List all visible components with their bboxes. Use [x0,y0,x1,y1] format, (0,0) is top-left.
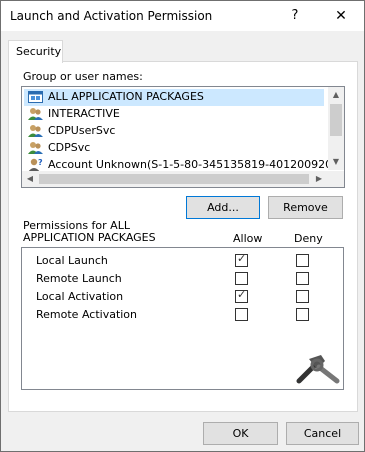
permissions-heading: Permissions for ALL APPLICATION PACKAGES [23,220,156,244]
add-button[interactable]: Add... [186,196,260,219]
horizontal-scroll-thumb[interactable] [39,174,309,184]
user-group-icon [28,142,43,154]
tab-security-label: Security [16,45,62,58]
remove-button[interactable]: Remove [268,196,343,219]
tab-security[interactable]: Security [8,40,63,63]
user-group-icon [28,125,43,137]
allow-checkbox-local-activation[interactable]: ✓ [235,288,248,303]
permissions-heading-line2: APPLICATION PACKAGES [23,231,156,244]
permission-dialog: Launch and Activation Permission ? ✕ Sec… [0,0,365,452]
user-name: Account Unknown(S-1-5-80-345135819-40120… [48,158,345,171]
user-name: CDPUserSvc [48,124,116,137]
vertical-scrollbar[interactable]: ▲ ▼ [328,87,344,170]
checkmark-icon: ✓ [237,288,247,301]
title-bar: Launch and Activation Permission ? ✕ [1,1,364,31]
allow-column-header: Allow [233,232,263,245]
list-item-cdpusersvc[interactable]: CDPUserSvc [24,123,324,140]
deny-checkbox-local-launch[interactable] [296,254,309,267]
allow-checkbox-remote-activation[interactable] [235,308,248,321]
ok-button[interactable]: OK [203,422,278,445]
user-list[interactable]: ALL APPLICATION PACKAGES INTERACTIVE CDP… [21,86,345,188]
scroll-right-icon[interactable]: ▶ [311,171,327,187]
vertical-scroll-thumb[interactable] [330,104,342,136]
scroll-down-icon[interactable]: ▼ [328,154,344,170]
list-item-interactive[interactable]: INTERACTIVE [24,106,324,123]
permission-label-remote-launch: Remote Launch [36,272,122,285]
deny-checkbox-remote-activation[interactable] [296,308,309,321]
permission-label-remote-activation: Remote Activation [36,308,138,321]
deny-checkbox-remote-launch[interactable] [296,272,309,285]
deny-checkbox-local-activation[interactable] [296,290,309,303]
permission-label-local-launch: Local Launch [36,254,108,267]
scroll-up-icon[interactable]: ▲ [328,87,344,103]
help-button[interactable]: ? [285,6,305,26]
cancel-button[interactable]: Cancel [286,422,359,445]
allow-checkbox-local-launch[interactable]: ✓ [235,252,248,267]
list-item-all-application-packages[interactable]: ALL APPLICATION PACKAGES [24,89,324,106]
scrollbar-corner [328,171,344,187]
user-name: INTERACTIVE [48,107,120,120]
user-name: CDPSvc [48,141,91,154]
svg-text:?: ? [38,158,43,167]
scroll-left-icon[interactable]: ◀ [22,171,38,187]
dialog-title: Launch and Activation Permission [10,9,213,23]
group-names-label: Group or user names: [23,70,143,83]
app-packages-icon [28,91,43,103]
user-group-icon [28,108,43,120]
unknown-user-icon: ? [28,158,43,172]
checkmark-icon: ✓ [237,252,247,265]
deny-column-header: Deny [294,232,323,245]
user-name: ALL APPLICATION PACKAGES [48,90,204,103]
close-button[interactable]: ✕ [331,6,351,26]
hammer-wrench-icon [296,355,340,384]
list-item-cdpsvc[interactable]: CDPSvc [24,140,324,157]
permission-label-local-activation: Local Activation [36,290,124,303]
allow-checkbox-remote-launch[interactable] [235,272,248,285]
horizontal-scrollbar[interactable]: ◀ ▶ [22,171,344,187]
